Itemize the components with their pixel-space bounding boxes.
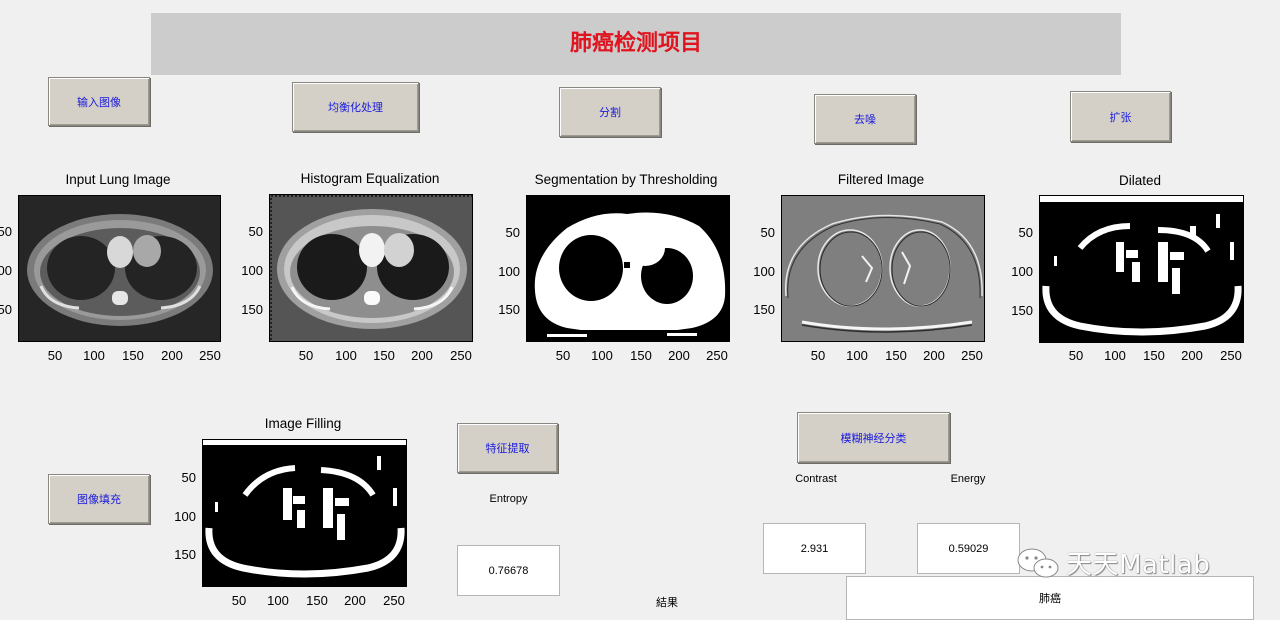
entropy-label: Entropy — [489, 493, 528, 505]
ytick: 150 — [1011, 303, 1033, 318]
xtick: 100 — [335, 348, 357, 363]
xtick: 50 — [298, 348, 314, 363]
histogram-equalization-image — [269, 194, 473, 342]
ytick: 100 — [753, 264, 775, 279]
ytick: 150 — [753, 302, 775, 317]
ytick: 50 — [505, 225, 520, 240]
ytick: 150 — [0, 302, 12, 317]
ytick: 150 — [174, 547, 196, 562]
xtick: 100 — [846, 348, 868, 363]
app-title: 肺癌检测项目 — [569, 30, 702, 56]
ytick: 100 — [498, 264, 520, 279]
title-bar: 肺癌检测项目 — [151, 13, 1121, 75]
xtick: 250 — [383, 593, 405, 608]
filtered-image — [781, 195, 985, 342]
xtick: 250 — [1220, 348, 1242, 363]
segment-button[interactable]: 分割 — [559, 87, 661, 137]
histeq-graphic — [270, 195, 472, 341]
xtick: 250 — [199, 348, 221, 363]
dilated-image — [1039, 195, 1244, 343]
xtick: 50 — [1068, 348, 1084, 363]
energy-value-field[interactable]: 0.59029 — [917, 523, 1020, 574]
ytick: 50 — [760, 225, 775, 240]
axis-title-filtered: Filtered Image — [837, 172, 925, 187]
xtick: 150 — [306, 593, 328, 608]
xtick: 150 — [885, 348, 907, 363]
ytick: 50 — [181, 470, 196, 485]
filling-graphic — [203, 440, 406, 586]
xtick: 200 — [344, 593, 366, 608]
dilate-button[interactable]: 扩张 — [1070, 91, 1171, 142]
watermark-text: 天天Matlab — [1066, 550, 1211, 580]
filtered-graphic — [782, 196, 984, 341]
xtick: 250 — [706, 348, 728, 363]
feature-extract-button[interactable]: 特征提取 — [457, 423, 558, 473]
ytick: 50 — [248, 224, 263, 239]
xtick: 250 — [450, 348, 472, 363]
watermark: 天天Matlab — [1016, 544, 1210, 581]
equalize-button[interactable]: 均衡化处理 — [292, 82, 419, 132]
axis-title-dilated: Dilated — [1118, 173, 1162, 188]
dilated-graphic — [1040, 196, 1243, 342]
denoise-button[interactable]: 去噪 — [814, 94, 916, 144]
chat-bubble-icon — [1017, 548, 1059, 577]
ytick: 50 — [1018, 225, 1033, 240]
xtick: 50 — [47, 348, 63, 363]
xtick: 150 — [373, 348, 395, 363]
fuzzy-classify-button[interactable]: 模糊神经分类 — [797, 412, 950, 463]
axis-title-filling: Image Filling — [264, 416, 342, 431]
entropy-value-field[interactable]: 0.76678 — [457, 545, 560, 596]
ytick: 150 — [498, 302, 520, 317]
xtick: 50 — [231, 593, 247, 608]
result-label: 結果 — [656, 597, 678, 609]
xtick: 100 — [591, 348, 613, 363]
axis-title-segmentation: Segmentation by Thresholding — [534, 172, 718, 187]
segmentation-graphic — [527, 196, 729, 341]
ytick: 100 — [1011, 264, 1033, 279]
xtick: 200 — [923, 348, 945, 363]
ytick: 50 — [0, 224, 12, 239]
axis-title-histeq: Histogram Equalization — [300, 171, 440, 186]
ytick: 100 — [241, 263, 263, 278]
xtick: 200 — [668, 348, 690, 363]
input-lung-image — [18, 195, 221, 342]
xtick: 100 — [83, 348, 105, 363]
xtick: 50 — [555, 348, 571, 363]
contrast-value-field[interactable]: 2.931 — [763, 523, 866, 574]
axis-title-input: Input Lung Image — [65, 172, 171, 187]
energy-label: Energy — [950, 473, 986, 485]
xtick: 250 — [961, 348, 983, 363]
segmentation-image — [526, 195, 730, 342]
xtick: 150 — [122, 348, 144, 363]
result-value-field[interactable]: 肺癌 — [846, 576, 1254, 620]
xtick: 200 — [411, 348, 433, 363]
fill-image-button[interactable]: 图像填充 — [48, 474, 150, 524]
xtick: 50 — [810, 348, 826, 363]
ytick: 150 — [241, 302, 263, 317]
ct-scan-graphic — [19, 196, 220, 341]
xtick: 100 — [1104, 348, 1126, 363]
xtick: 200 — [161, 348, 183, 363]
ytick: 100 — [174, 509, 196, 524]
image-filling-image — [202, 439, 407, 587]
ytick: 100 — [0, 263, 12, 278]
input-image-button[interactable]: 输入图像 — [48, 77, 150, 126]
xtick: 150 — [1143, 348, 1165, 363]
xtick: 200 — [1181, 348, 1203, 363]
xtick: 150 — [630, 348, 652, 363]
xtick: 100 — [267, 593, 289, 608]
contrast-label: Contrast — [795, 473, 837, 485]
